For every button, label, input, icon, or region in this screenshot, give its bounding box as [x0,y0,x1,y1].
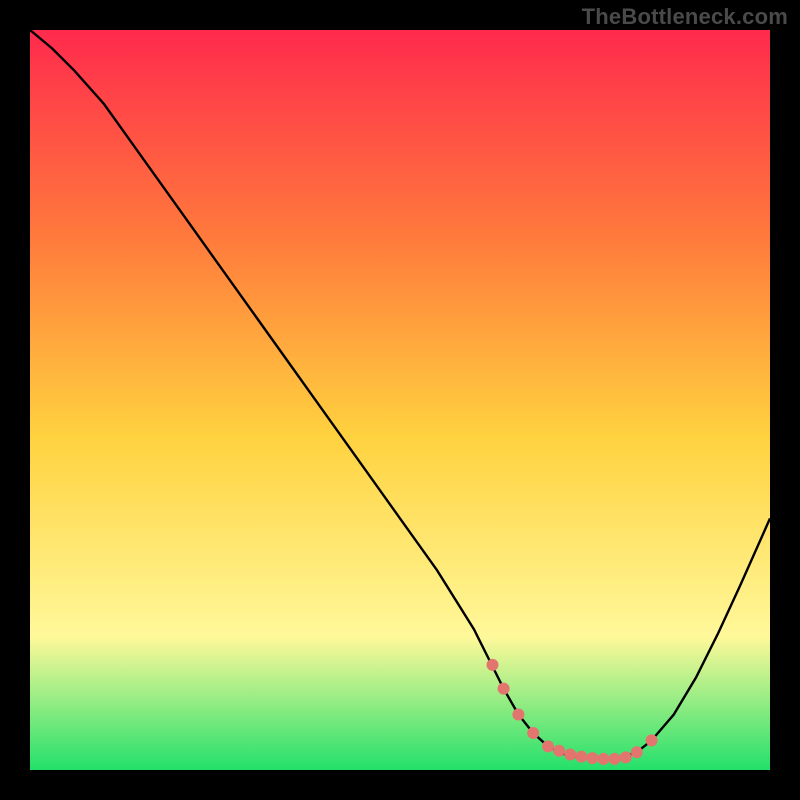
minimum-marker-dot [575,751,587,763]
minimum-marker-dot [542,740,554,752]
watermark-text: TheBottleneck.com [582,4,788,30]
minimum-marker-dot [620,751,632,763]
minimum-marker-dot [631,746,643,758]
minimum-marker-dot [487,659,499,671]
minimum-marker-dot [586,752,598,764]
minimum-marker-dot [553,745,565,757]
chart-frame: TheBottleneck.com [0,0,800,800]
minimum-marker-dot [609,753,621,765]
minimum-marker-dot [646,734,658,746]
minimum-marker-dot [512,709,524,721]
minimum-marker-dot [564,748,576,760]
plot-area [30,30,770,770]
gradient-background [30,30,770,770]
minimum-marker-dot [527,727,539,739]
minimum-marker-dot [498,683,510,695]
minimum-marker-dot [598,753,610,765]
bottleneck-chart-svg [30,30,770,770]
